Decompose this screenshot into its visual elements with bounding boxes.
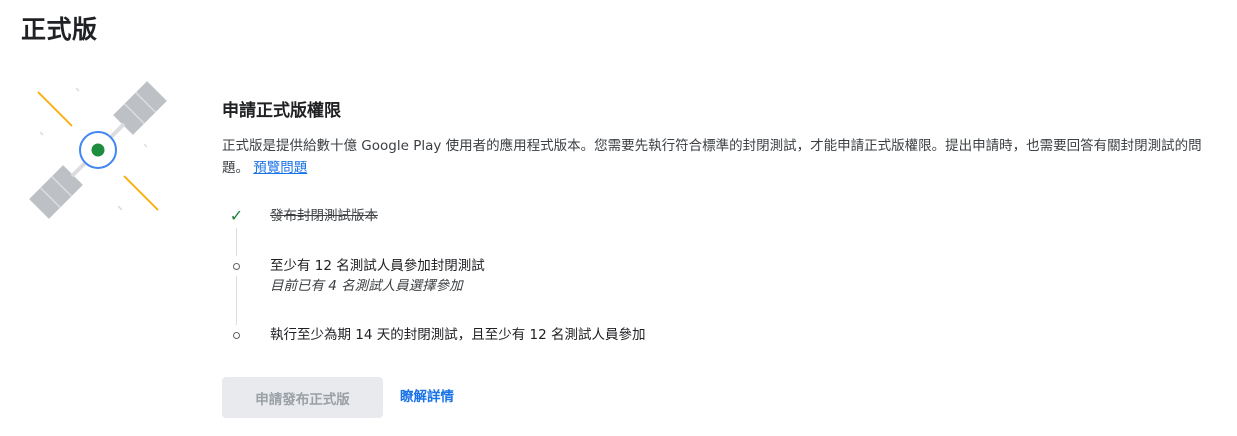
- card-description: 正式版是提供給數十億 Google Play 使用者的應用程式版本。您需要先執行…: [222, 135, 1222, 179]
- learn-more-link[interactable]: 瞭解詳情: [400, 387, 454, 407]
- step-label: 至少有 12 名測試人員參加封閉測試: [270, 258, 485, 274]
- description-text: 正式版是提供給數十億 Google Play 使用者的應用程式版本。您需要先執行…: [222, 138, 1202, 176]
- check-icon: ✓: [222, 206, 251, 226]
- card-title: 申請正式版權限: [222, 101, 341, 121]
- circle-icon: [222, 256, 251, 276]
- satellite-illustration: [28, 80, 168, 220]
- circle-icon: [222, 325, 251, 345]
- preview-questions-link[interactable]: 預覽問題: [253, 160, 307, 176]
- step-connector-line: [236, 228, 237, 336]
- step-label: 執行至少為期 14 天的封閉測試，且至少有 12 名測試人員參加: [270, 327, 646, 343]
- apply-production-button[interactable]: 申請發布正式版: [222, 377, 383, 418]
- requirements-checklist: ✓ 發布封閉測試版本 至少有 12 名測試人員參加封閉測試 目前已有 4 名測試…: [222, 200, 1122, 350]
- step-label: 發布封閉測試版本: [270, 208, 378, 224]
- page-title: 正式版: [21, 15, 98, 44]
- step-sublabel: 目前已有 4 名測試人員選擇參加: [270, 278, 463, 294]
